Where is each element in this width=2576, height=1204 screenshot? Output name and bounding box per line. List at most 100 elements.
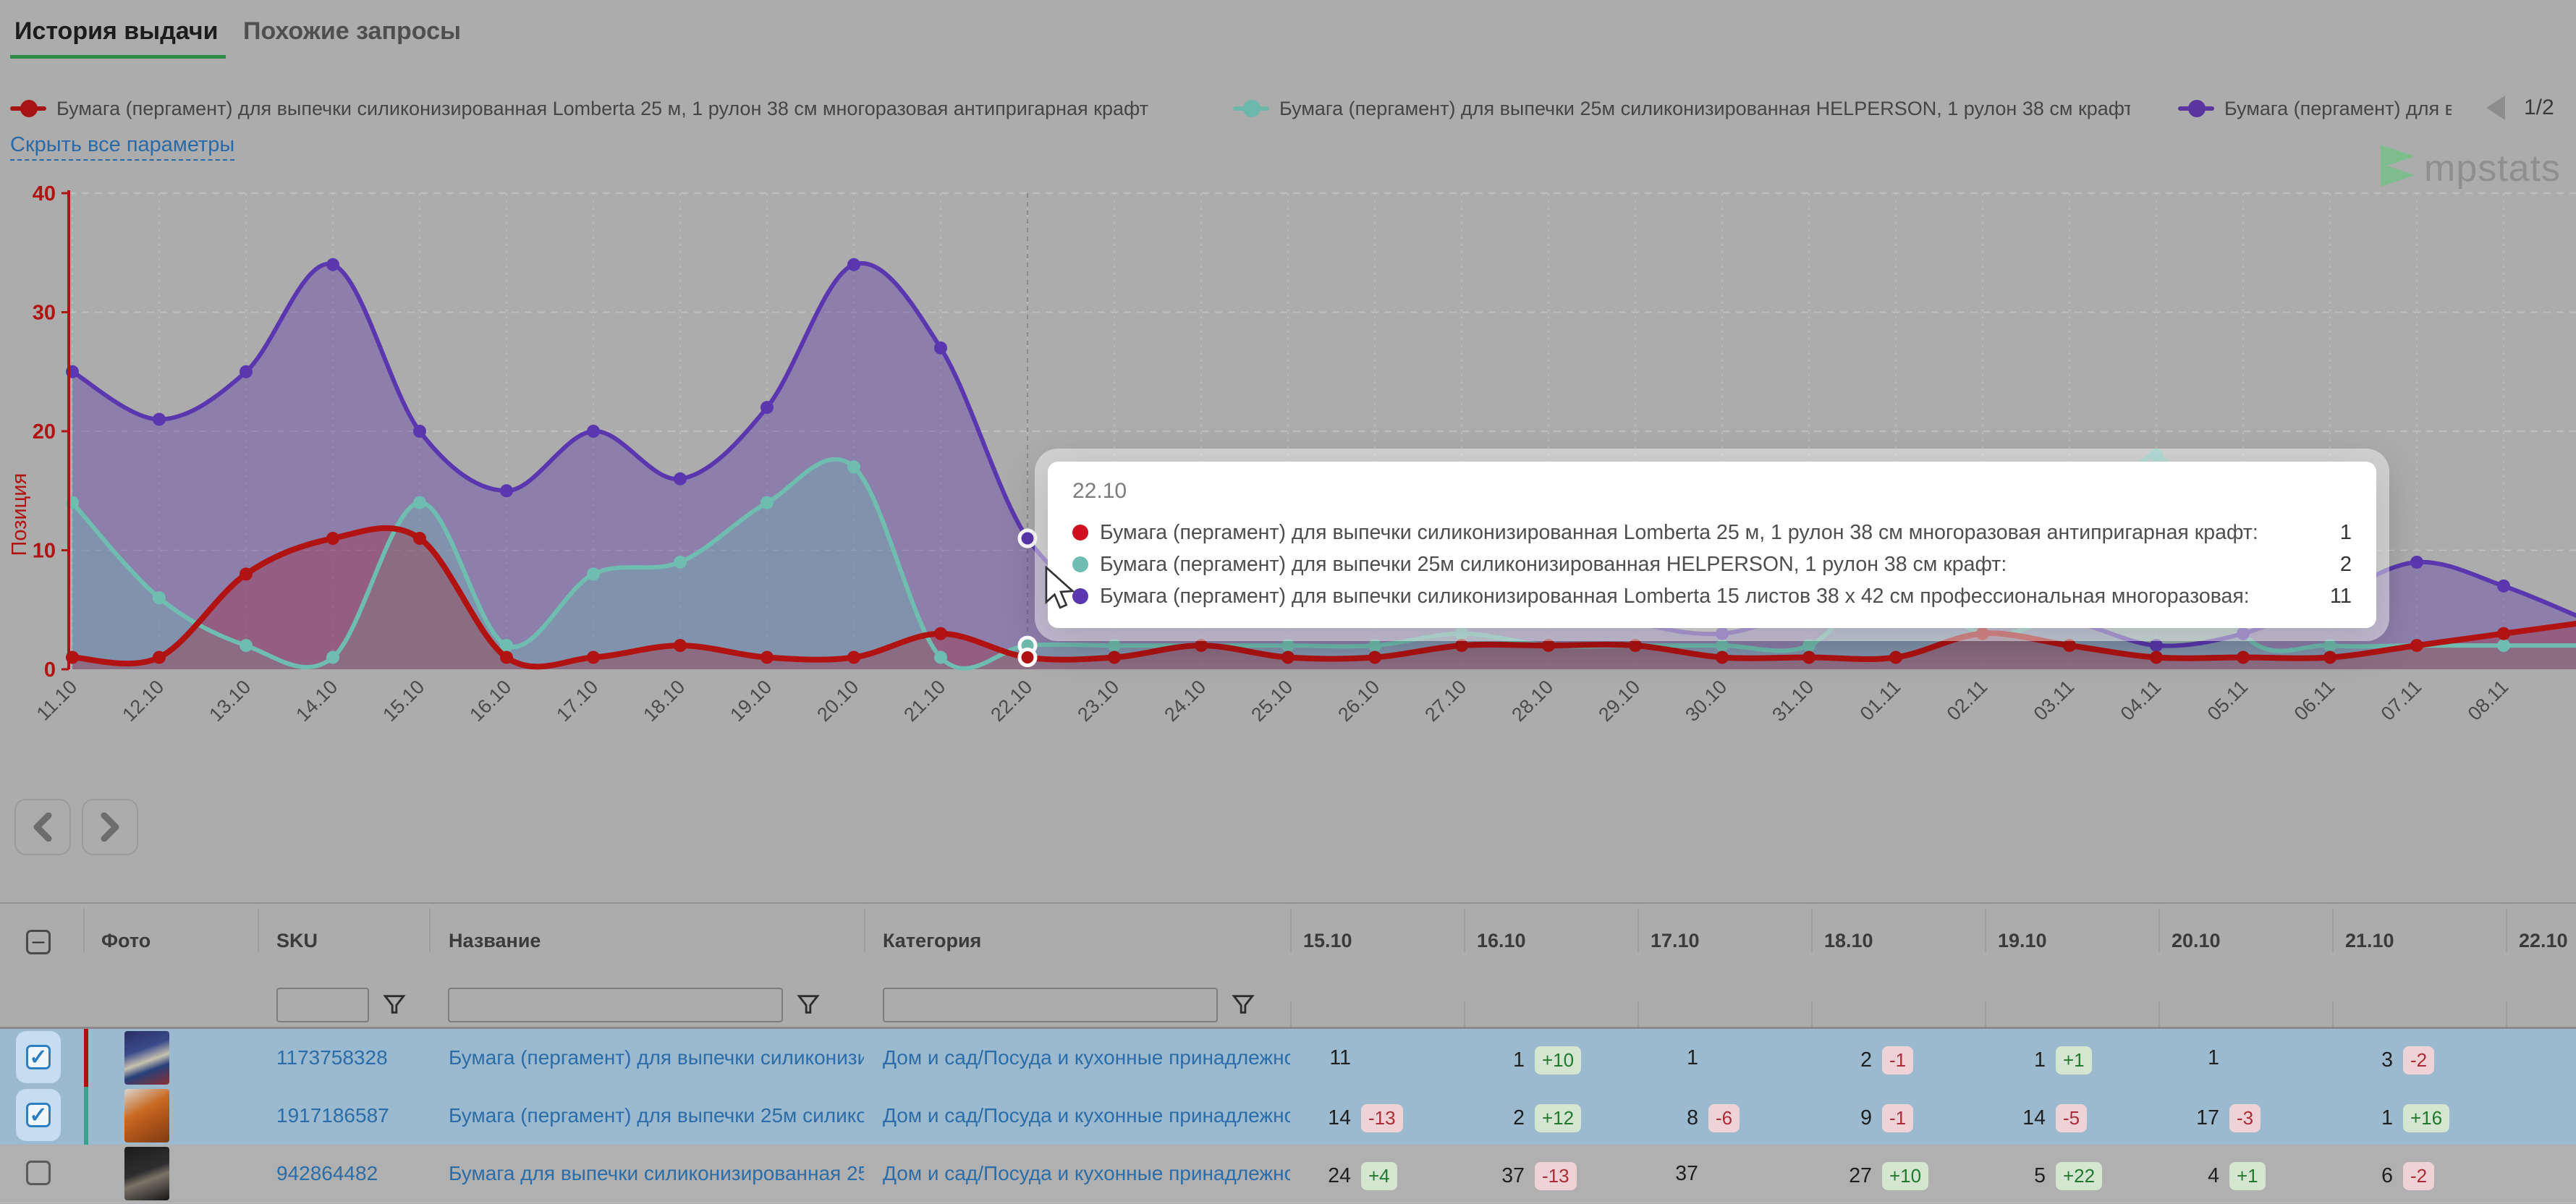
data-point[interactable] xyxy=(2410,556,2423,569)
date-column-header[interactable]: 21.10 xyxy=(2332,904,2506,952)
data-point[interactable] xyxy=(1108,651,1121,664)
data-point[interactable] xyxy=(1716,627,1729,640)
legend-prev-icon[interactable] xyxy=(2486,96,2505,120)
data-point[interactable] xyxy=(1020,530,1035,546)
column-header-label[interactable]: SKU xyxy=(258,904,429,952)
row-checkbox[interactable]: ✓ xyxy=(26,1103,51,1127)
table-row-1[interactable]: ✓1173758328Бумага (пергамент) для выпечк… xyxy=(0,1029,2576,1088)
data-point[interactable] xyxy=(934,627,947,640)
data-point[interactable] xyxy=(326,258,339,271)
row-checkbox[interactable] xyxy=(26,1161,51,1185)
data-point[interactable] xyxy=(1368,651,1381,664)
chart-next-button[interactable] xyxy=(82,799,138,855)
row-checkbox[interactable]: ✓ xyxy=(26,1045,51,1069)
date-column-header[interactable]: 15.10 xyxy=(1290,904,1464,952)
date-column-header[interactable]: 19.10 xyxy=(1985,904,2158,952)
data-point[interactable] xyxy=(2410,639,2423,652)
product-photo[interactable] xyxy=(124,1089,169,1142)
sku-filter-input[interactable] xyxy=(276,988,369,1022)
data-point[interactable] xyxy=(413,496,426,509)
data-point[interactable] xyxy=(674,556,687,569)
sku-link[interactable]: 942864482 xyxy=(258,1145,429,1185)
data-point[interactable] xyxy=(240,567,253,580)
column-header-label[interactable]: Название xyxy=(429,904,864,952)
tab-history[interactable]: История выдачи xyxy=(14,17,219,46)
data-point[interactable] xyxy=(1802,639,1816,652)
category-link[interactable]: Дом и сад/Посуда и кухонные принадлежно xyxy=(864,1087,1290,1127)
data-point[interactable] xyxy=(847,258,860,271)
category-filter-input[interactable] xyxy=(883,988,1218,1022)
chart-prev-button[interactable] xyxy=(14,799,71,855)
data-point[interactable] xyxy=(153,651,166,664)
data-point[interactable] xyxy=(847,651,860,664)
data-point[interactable] xyxy=(587,651,600,664)
data-point[interactable] xyxy=(500,651,513,664)
data-point[interactable] xyxy=(847,460,860,473)
table-row-2[interactable]: ✓ 1917186587Бумага (пергамент) для выпечк… xyxy=(0,1087,2576,1145)
data-point[interactable] xyxy=(1629,639,1642,652)
data-point[interactable] xyxy=(1020,650,1035,666)
data-point[interactable] xyxy=(2150,651,2163,664)
legend-item-1[interactable]: Бумага (пергамент) для выпечки силикониз… xyxy=(10,94,1190,123)
category-link[interactable]: Дом и сад/Посуда и кухонные принадлежно xyxy=(864,1029,1290,1069)
date-column-header[interactable]: 16.10 xyxy=(1464,904,1637,952)
data-point[interactable] xyxy=(2323,639,2336,652)
data-point[interactable] xyxy=(2237,627,2250,640)
date-column-header[interactable]: 20.10 xyxy=(2158,904,2332,952)
data-point[interactable] xyxy=(1281,651,1295,664)
name-filter-input[interactable] xyxy=(448,988,783,1022)
data-point[interactable] xyxy=(413,532,426,545)
data-point[interactable] xyxy=(674,472,687,486)
data-point[interactable] xyxy=(1455,639,1468,652)
data-point[interactable] xyxy=(934,342,947,355)
data-point[interactable] xyxy=(153,413,166,426)
hide-all-params-link[interactable]: Скрыть все параметры xyxy=(10,133,234,161)
date-column-header[interactable]: 17.10 xyxy=(1637,904,1811,952)
data-point[interactable] xyxy=(2497,627,2510,640)
data-point[interactable] xyxy=(674,639,687,652)
data-point[interactable] xyxy=(934,651,947,664)
data-point[interactable] xyxy=(1716,651,1729,664)
data-point[interactable] xyxy=(1716,639,1729,652)
filter-funnel-icon[interactable] xyxy=(382,992,407,1017)
data-point[interactable] xyxy=(2150,449,2163,462)
data-point[interactable] xyxy=(1889,651,1902,664)
category-link[interactable]: Дом и сад/Посуда и кухонные принадлежно xyxy=(864,1145,1290,1185)
filter-funnel-icon[interactable] xyxy=(1231,992,1255,1017)
column-header-label[interactable]: Фото xyxy=(83,904,258,952)
data-point[interactable] xyxy=(1542,639,1555,652)
product-name-link[interactable]: Бумага (пергамент) для выпечки 25м силик… xyxy=(429,1087,864,1127)
product-photo[interactable] xyxy=(124,1147,169,1200)
data-point[interactable] xyxy=(2237,651,2250,664)
sku-link[interactable]: 1917186587 xyxy=(258,1087,429,1127)
data-point[interactable] xyxy=(2150,639,2163,652)
data-point[interactable] xyxy=(760,401,774,414)
table-row-3[interactable]: 942864482Бумага для выпечки силиконизиро… xyxy=(0,1145,2576,1203)
column-header-label[interactable]: Категория xyxy=(864,904,1290,952)
product-name-link[interactable]: Бумага для выпечки силиконизированная 25 xyxy=(429,1145,864,1185)
data-point[interactable] xyxy=(2323,651,2336,664)
data-point[interactable] xyxy=(587,425,600,438)
data-point[interactable] xyxy=(1455,627,1468,640)
data-point[interactable] xyxy=(1802,651,1816,664)
data-point[interactable] xyxy=(2063,639,2076,652)
data-point[interactable] xyxy=(326,651,339,664)
data-point[interactable] xyxy=(760,651,774,664)
data-point[interactable] xyxy=(240,639,253,652)
date-column-header[interactable]: 18.10 xyxy=(1811,904,1985,952)
legend-item-2[interactable]: Бумага (пергамент) для выпечки 25м силик… xyxy=(1233,94,2130,123)
data-point[interactable] xyxy=(240,365,253,378)
data-point[interactable] xyxy=(153,591,166,604)
select-all-checkbox[interactable]: – xyxy=(26,930,51,954)
tab-similar-queries[interactable]: Похожие запросы xyxy=(243,17,461,46)
data-point[interactable] xyxy=(2497,639,2510,652)
data-point[interactable] xyxy=(1108,639,1121,652)
data-point[interactable] xyxy=(500,484,513,497)
product-name-link[interactable]: Бумага (пергамент) для выпечки силикониз… xyxy=(429,1029,864,1069)
date-column-header[interactable]: 22.10 xyxy=(2506,904,2576,952)
legend-pager[interactable]: 1/2 xyxy=(2486,96,2554,120)
data-point[interactable] xyxy=(326,532,339,545)
data-point[interactable] xyxy=(1281,639,1295,652)
data-point[interactable] xyxy=(1976,627,1989,640)
legend-item-3[interactable]: Бумага (пергамент) для вып xyxy=(2178,94,2452,123)
